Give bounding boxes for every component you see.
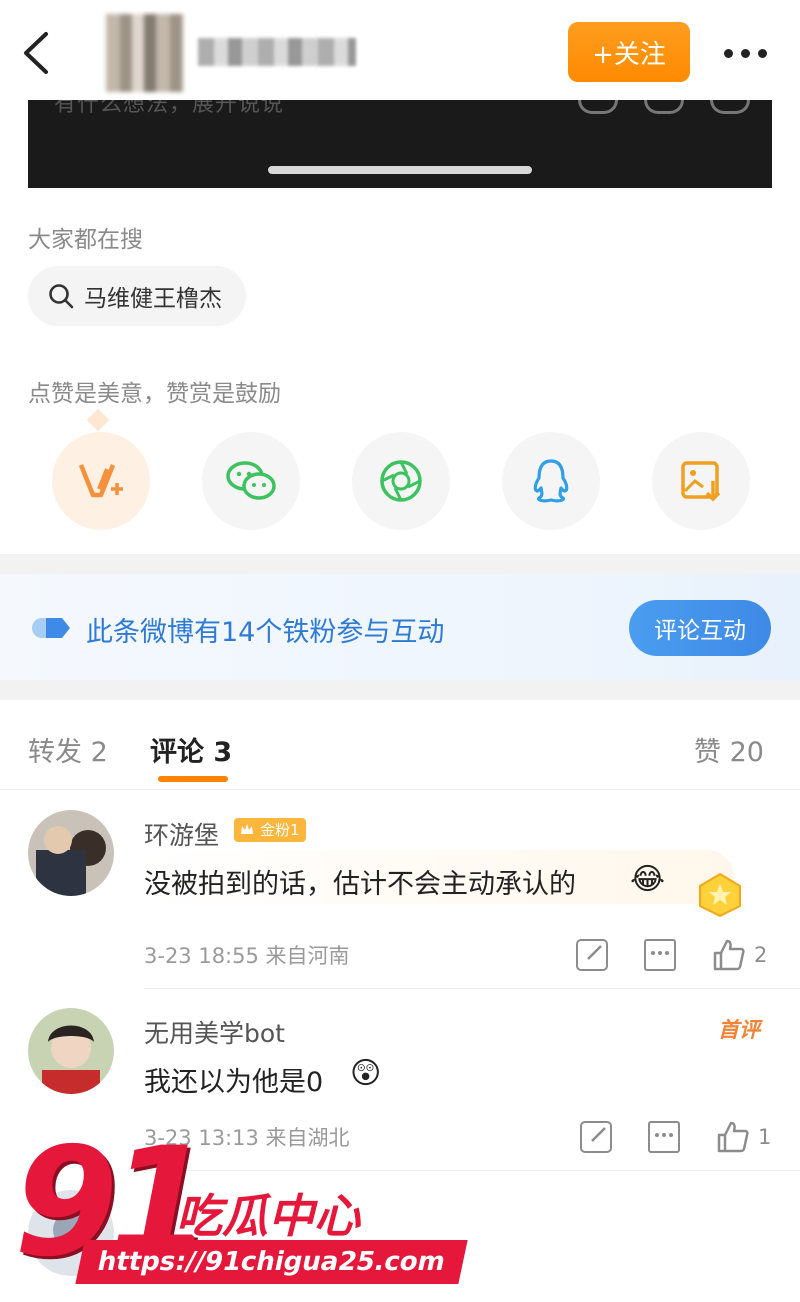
fan-badge-label: 金粉1 [260,821,300,839]
section-gap [0,680,800,700]
tab-likes[interactable]: 赞 20 [694,730,764,769]
comment-text: 没被拍到的话，估计不会主动承认的 [144,869,576,900]
shocked-emoji-icon: 😲 [350,1056,382,1091]
moments-icon [380,460,422,502]
comment-icon[interactable] [644,939,676,971]
reward-caption: 点赞是美意，赞赏是鼓励 [28,381,281,407]
share-moments-button[interactable] [352,432,450,530]
first-comment-tag: 首评 [718,1018,760,1042]
avatar[interactable] [28,810,114,896]
save-image-icon [681,461,721,502]
vip-icon [78,464,123,498]
comment-text: 我还以为他是0 [144,1067,324,1098]
back-arrow-icon[interactable] [18,28,58,78]
comment-username[interactable]: 无用美学bot [144,1014,285,1050]
author-avatar[interactable] [106,14,184,92]
hot-search-title: 大家都在搜 [28,227,143,253]
hot-search-chip[interactable]: 马维健王橹杰 [28,266,246,326]
comment-time: 3-23 18:55 [144,944,259,968]
like-icon[interactable] [716,1120,750,1154]
watermark-url: https://91chigua25.com [75,1240,468,1284]
like-count: 1 [758,1125,772,1149]
save-image-button[interactable] [652,432,750,530]
comment-location: 来自湖北 [265,1126,350,1150]
vip-reward-button[interactable] [52,432,150,530]
search-icon [48,283,74,309]
crown-icon [241,824,253,834]
comment-username[interactable]: 环游堡 [144,816,219,852]
tooltip-pointer [86,408,110,432]
comment-icon[interactable] [648,1121,680,1153]
hot-search-query: 马维健王橹杰 [84,286,222,312]
comment-divider [144,988,800,989]
comment-composer[interactable]: 有什么想法，展开说说 [28,84,772,188]
watermark-url-text: https://91chigua25.com [94,1247,449,1277]
share-row [52,432,752,532]
fan-badge: 金粉1 [234,818,306,842]
top-bar: +关注 [0,0,800,100]
interaction-tabs: 转发 2 评论 3 赞 20 [0,700,800,790]
qq-icon [533,459,569,503]
gold-medal-icon [699,872,741,918]
drag-handle[interactable] [268,166,532,174]
watermark-brand: 吃瓜中心 [176,1189,360,1243]
repost-icon[interactable] [580,1121,612,1153]
share-wechat-button[interactable] [202,432,300,530]
share-qq-button[interactable] [502,432,600,530]
fans-icon [32,618,70,638]
iron-fans-text: 此条微博有14个铁粉参与互动 [86,617,445,648]
section-gap [0,554,800,574]
comment-interact-button[interactable]: 评论互动 [629,600,771,656]
laugh-cry-emoji-icon: 😂 [630,862,666,897]
wechat-icon [226,461,276,500]
repost-icon[interactable] [576,939,608,971]
tab-reposts[interactable]: 转发 2 [28,730,108,769]
author-name[interactable] [198,38,356,66]
like-icon[interactable] [712,938,746,972]
follow-button[interactable]: +关注 [568,22,690,82]
comment-meta: 3-23 18:55 来自河南 [144,940,350,970]
tab-comments[interactable]: 评论 3 [150,730,232,769]
active-tab-indicator [158,776,228,782]
more-options-icon[interactable] [724,38,772,68]
like-count: 2 [754,943,768,967]
avatar[interactable] [28,1008,114,1094]
comment-divider [144,1170,800,1171]
comment-location: 来自河南 [265,944,350,968]
comment-actions: 1 [580,1120,771,1154]
comment-actions: 2 [576,938,767,972]
